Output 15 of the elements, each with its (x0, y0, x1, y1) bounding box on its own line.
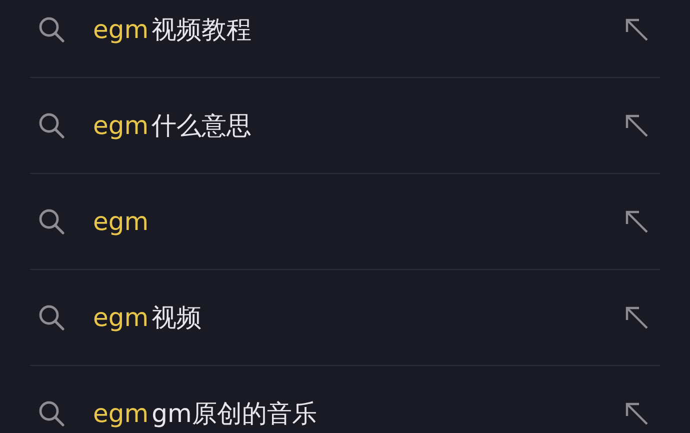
fill-arrow-icon[interactable] (624, 208, 650, 234)
search-icon (37, 206, 67, 236)
search-icon (37, 14, 67, 44)
suggestion-text[interactable]: egm 视频 (93, 301, 202, 334)
fill-arrow-icon[interactable] (624, 112, 650, 138)
fill-arrow-icon[interactable] (624, 16, 650, 42)
fill-arrow-icon[interactable] (624, 400, 650, 426)
search-icon (37, 110, 67, 140)
suggestion-text[interactable]: egm (93, 207, 152, 236)
search-icon (37, 398, 67, 428)
search-icon (37, 302, 67, 332)
suggestion-text[interactable]: egm什么意思 (93, 109, 252, 142)
suggestion-text[interactable]: egm gm原创的音乐 (93, 397, 317, 430)
suggestion-text[interactable]: egm 视频教程 (93, 13, 252, 46)
fill-arrow-icon[interactable] (624, 304, 650, 330)
